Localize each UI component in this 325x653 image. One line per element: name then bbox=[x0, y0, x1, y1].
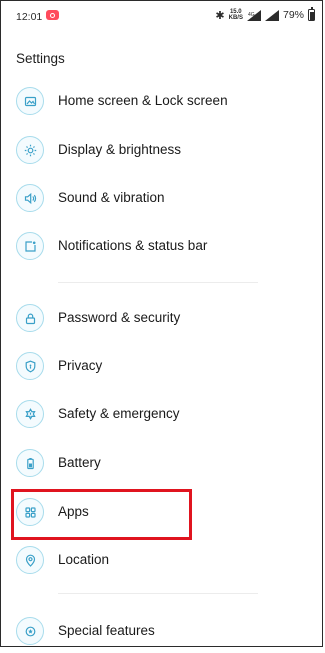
network-type: 4G bbox=[248, 12, 255, 18]
page-title: Settings bbox=[16, 51, 65, 66]
star-icon bbox=[16, 617, 44, 645]
settings-item-special-features[interactable]: Special features bbox=[0, 609, 325, 653]
settings-item-privacy[interactable]: Privacy bbox=[0, 344, 325, 388]
signal-icon: 4G bbox=[246, 9, 261, 21]
speaker-icon bbox=[16, 184, 44, 212]
section-divider bbox=[58, 282, 258, 283]
settings-item-label: Sound & vibration bbox=[58, 190, 165, 205]
settings-item-battery[interactable]: Battery bbox=[0, 441, 325, 485]
shield-icon bbox=[16, 352, 44, 380]
signal-icon-2 bbox=[264, 9, 279, 21]
emergency-icon bbox=[16, 400, 44, 428]
settings-item-label: Display & brightness bbox=[58, 142, 182, 157]
network-speed-unit: KB/S bbox=[228, 15, 243, 21]
settings-item-label: Notifications & status bar bbox=[58, 238, 208, 253]
battery-icon bbox=[16, 449, 44, 477]
network-speed: 15.0 KB/S bbox=[229, 9, 243, 21]
settings-item-display-brightness[interactable]: Display & brightness bbox=[0, 128, 325, 172]
settings-item-home-lock-screen[interactable]: Home screen & Lock screen bbox=[0, 79, 325, 123]
apps-highlight-box bbox=[11, 489, 192, 540]
battery-percent: 79% bbox=[282, 9, 304, 21]
location-pin-icon bbox=[16, 546, 44, 574]
settings-item-label: Battery bbox=[58, 455, 101, 470]
settings-item-safety-emergency[interactable]: Safety & emergency bbox=[0, 392, 325, 436]
bluetooth-icon: ✱ bbox=[215, 9, 225, 22]
settings-item-label: Special features bbox=[58, 623, 155, 638]
notification-icon bbox=[16, 232, 44, 260]
settings-item-location[interactable]: Location bbox=[0, 538, 325, 582]
status-indicators: ✱ 15.0 KB/S 4G 79% bbox=[215, 7, 315, 23]
battery-status-icon bbox=[308, 7, 315, 21]
wallpaper-icon bbox=[16, 87, 44, 115]
settings-item-sound-vibration[interactable]: Sound & vibration bbox=[0, 176, 325, 220]
section-divider bbox=[58, 593, 258, 594]
status-bar: 12:01 ✱ 15.0 KB/S 4G 79% bbox=[0, 0, 325, 34]
settings-item-label: Safety & emergency bbox=[58, 406, 180, 421]
status-time: 12:01 bbox=[16, 11, 43, 23]
settings-item-label: Home screen & Lock screen bbox=[58, 93, 228, 108]
settings-item-label: Location bbox=[58, 552, 110, 567]
brightness-icon bbox=[16, 136, 44, 164]
settings-item-label: Privacy bbox=[58, 358, 103, 373]
settings-item-notifications[interactable]: Notifications & status bar bbox=[0, 224, 325, 268]
settings-item-password-security[interactable]: Password & security bbox=[0, 296, 325, 340]
lock-icon bbox=[16, 304, 44, 332]
screen-record-icon bbox=[46, 10, 59, 20]
settings-item-label: Password & security bbox=[58, 310, 181, 325]
